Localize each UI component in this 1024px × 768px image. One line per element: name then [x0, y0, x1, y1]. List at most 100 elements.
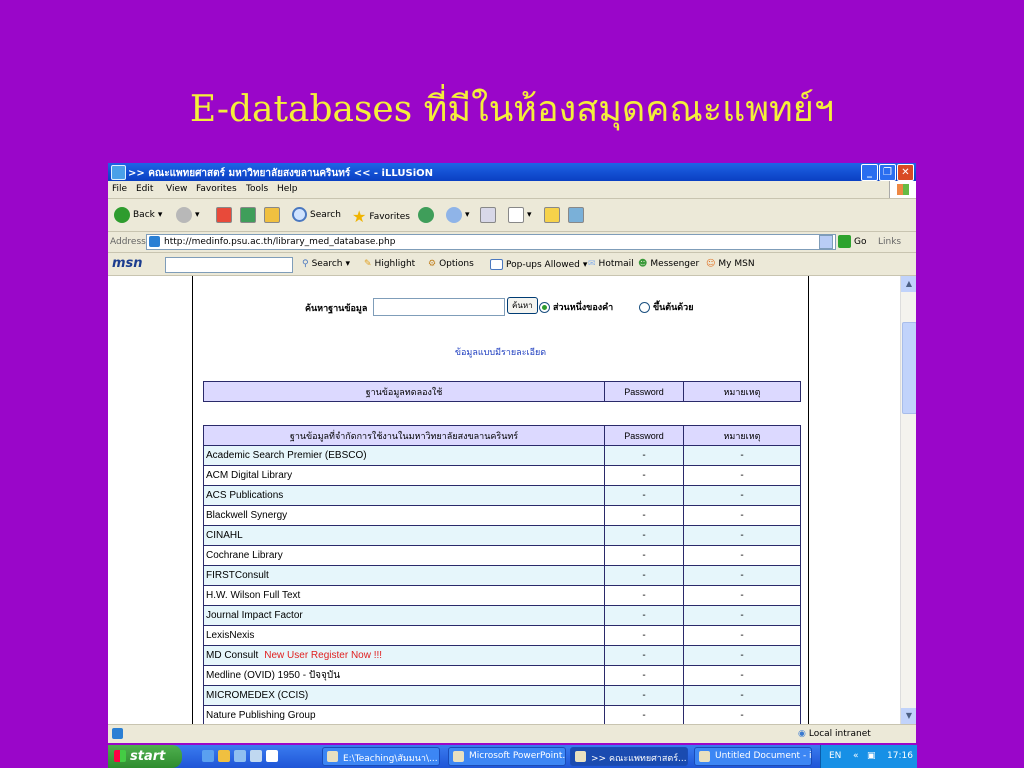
stop-button[interactable] — [216, 207, 232, 223]
research-button[interactable] — [568, 207, 584, 223]
home-button[interactable] — [264, 207, 280, 223]
mail-button[interactable]: ▾ — [446, 207, 470, 223]
tray-arrow-icon[interactable]: « — [853, 751, 859, 761]
menu-file[interactable]: File — [112, 184, 127, 194]
popups-button[interactable]: Pop-ups Allowed ▾ — [490, 259, 587, 270]
links-button[interactable]: Links — [878, 237, 901, 247]
address-input[interactable]: http://medinfo.psu.ac.th/library_med_dat… — [146, 234, 836, 250]
scroll-thumb[interactable] — [902, 322, 916, 414]
vertical-scrollbar[interactable]: ▲ ▼ — [900, 276, 916, 724]
note-cell: - — [683, 445, 801, 466]
radio-starts-with[interactable]: ขึ้นต้นด้วย — [639, 300, 693, 314]
search-input[interactable] — [373, 298, 505, 316]
close-button[interactable]: ✕ — [897, 164, 914, 181]
star-icon: ★ — [352, 207, 367, 226]
refresh-button[interactable] — [240, 207, 256, 223]
password-cell: - — [604, 605, 684, 626]
table-row: MD Consult New User Register Now !!! - - — [203, 645, 801, 666]
go-button[interactable]: Go — [838, 235, 866, 248]
col-licensed-database: ฐานข้อมูลที่จำกัดการใช้งานในมหาวิทยาลัยส… — [203, 425, 605, 446]
options-button[interactable]: ⚙ Options — [428, 259, 474, 269]
scroll-down-icon[interactable]: ▼ — [901, 708, 916, 724]
window-titlebar[interactable]: >> คณะแพทยศาสตร์ มหาวิทยาลัยสงขลานครินทร… — [108, 163, 916, 181]
network-icon[interactable]: ▣ — [867, 751, 876, 761]
database-link[interactable]: MICROMEDEX (CCIS) — [206, 690, 308, 701]
task-label: E:\Teaching\สัมมนา\... — [343, 754, 438, 764]
my-msn-button[interactable]: ☺ My MSN — [706, 259, 755, 269]
taskbar-button[interactable]: Microsoft PowerPoint... — [448, 747, 566, 766]
database-link[interactable]: LexisNexis — [206, 630, 254, 641]
table-row: FIRSTConsult - - — [203, 565, 801, 586]
discuss-button[interactable] — [544, 207, 560, 223]
database-link[interactable]: MD Consult — [206, 650, 258, 661]
highlight-button[interactable]: ✎ Highlight — [364, 259, 415, 269]
search-submit-button[interactable]: ค้นหา — [507, 297, 538, 314]
task-label: Microsoft PowerPoint... — [469, 751, 566, 761]
minimize-button[interactable]: _ — [861, 164, 878, 181]
menu-tools[interactable]: Tools — [246, 184, 268, 194]
favorites-button[interactable]: ★ Favorites — [352, 207, 410, 226]
password-cell: - — [604, 585, 684, 606]
standard-toolbar: Back ▾ ▾ Search ★ Favorites ▾ ▾ — [108, 199, 916, 232]
taskbar-button[interactable]: >> คณะแพทยศาสตร์... — [570, 747, 688, 766]
radio-partial-word[interactable]: ส่วนหนึ่งของคำ — [539, 300, 613, 314]
password-cell: - — [604, 485, 684, 506]
database-link[interactable]: ACM Digital Library — [206, 470, 292, 481]
outlook-quicklaunch-icon[interactable] — [234, 750, 246, 762]
detailed-info-link[interactable]: ข้อมูลแบบมีรายละเอียด — [193, 345, 808, 359]
password-cell: - — [604, 625, 684, 646]
print-button[interactable] — [480, 207, 496, 223]
taskbar-button[interactable]: E:\Teaching\สัมมนา\... — [322, 747, 440, 766]
register-link[interactable]: New User Register Now !!! — [264, 650, 382, 661]
folder-quicklaunch-icon[interactable] — [218, 750, 230, 762]
maximize-button[interactable]: ❐ — [879, 164, 896, 181]
table-row: ACM Digital Library - - — [203, 465, 801, 486]
msn-search-input[interactable] — [165, 257, 293, 273]
database-link[interactable]: H.W. Wilson Full Text — [206, 590, 300, 601]
menu-view[interactable]: View — [166, 184, 187, 194]
language-indicator[interactable]: EN — [829, 751, 841, 761]
ie-quicklaunch-icon[interactable] — [202, 750, 214, 762]
database-link[interactable]: Nature Publishing Group — [206, 710, 316, 721]
word-quicklaunch-icon[interactable] — [266, 750, 278, 762]
password-cell: - — [604, 545, 684, 566]
col-note: หมายเหตุ — [683, 381, 801, 402]
forward-button[interactable]: ▾ — [176, 207, 200, 223]
database-name-cell: H.W. Wilson Full Text — [203, 585, 605, 606]
note-cell: - — [683, 685, 801, 706]
database-link[interactable]: Medline (OVID) 1950 - ปัจจุบัน — [206, 670, 340, 681]
database-link[interactable]: ACS Publications — [206, 490, 283, 501]
msn-logo[interactable]: msn — [112, 256, 143, 271]
edit-button[interactable]: ▾ — [508, 207, 532, 223]
note-cell: - — [683, 465, 801, 486]
menu-edit[interactable]: Edit — [136, 184, 153, 194]
media-quicklaunch-icon[interactable] — [250, 750, 262, 762]
database-link[interactable]: Academic Search Premier (EBSCO) — [206, 450, 367, 461]
database-link[interactable]: FIRSTConsult — [206, 570, 269, 581]
scroll-up-icon[interactable]: ▲ — [901, 276, 916, 292]
address-url: http://medinfo.psu.ac.th/library_med_dat… — [164, 237, 396, 247]
password-cell: - — [604, 565, 684, 586]
slide-title: E-databases ที่มีในห้องสมุดคณะแพทย์ฯ — [189, 89, 835, 130]
address-dropdown-icon[interactable] — [819, 235, 833, 249]
database-link[interactable]: CINAHL — [206, 530, 243, 541]
clock: 17:16 — [887, 751, 913, 761]
hotmail-button[interactable]: ✉ Hotmail — [588, 259, 634, 269]
search-label: ค้นหาฐานข้อมูล — [305, 304, 368, 314]
history-button[interactable] — [418, 207, 434, 223]
msn-search-button[interactable]: ⚲ Search ▾ — [302, 259, 350, 269]
taskbar-button[interactable]: Untitled Document - i... — [694, 747, 812, 766]
database-link[interactable]: Cochrane Library — [206, 550, 283, 561]
stop-icon — [216, 207, 232, 223]
database-link[interactable]: Blackwell Synergy — [206, 510, 287, 521]
menu-favorites[interactable]: Favorites — [196, 184, 237, 194]
messenger-button[interactable]: ☻ Messenger — [638, 259, 699, 269]
search-button[interactable]: Search — [292, 207, 341, 222]
database-link[interactable]: Journal Impact Factor — [206, 610, 303, 621]
research-icon — [568, 207, 584, 223]
my-msn-icon: ☺ — [706, 259, 716, 269]
back-button[interactable]: Back ▾ — [114, 207, 162, 223]
col-trial-database: ฐานข้อมูลทดลองใช้ — [203, 381, 605, 402]
start-button[interactable]: start — [108, 745, 182, 768]
menu-help[interactable]: Help — [277, 184, 298, 194]
